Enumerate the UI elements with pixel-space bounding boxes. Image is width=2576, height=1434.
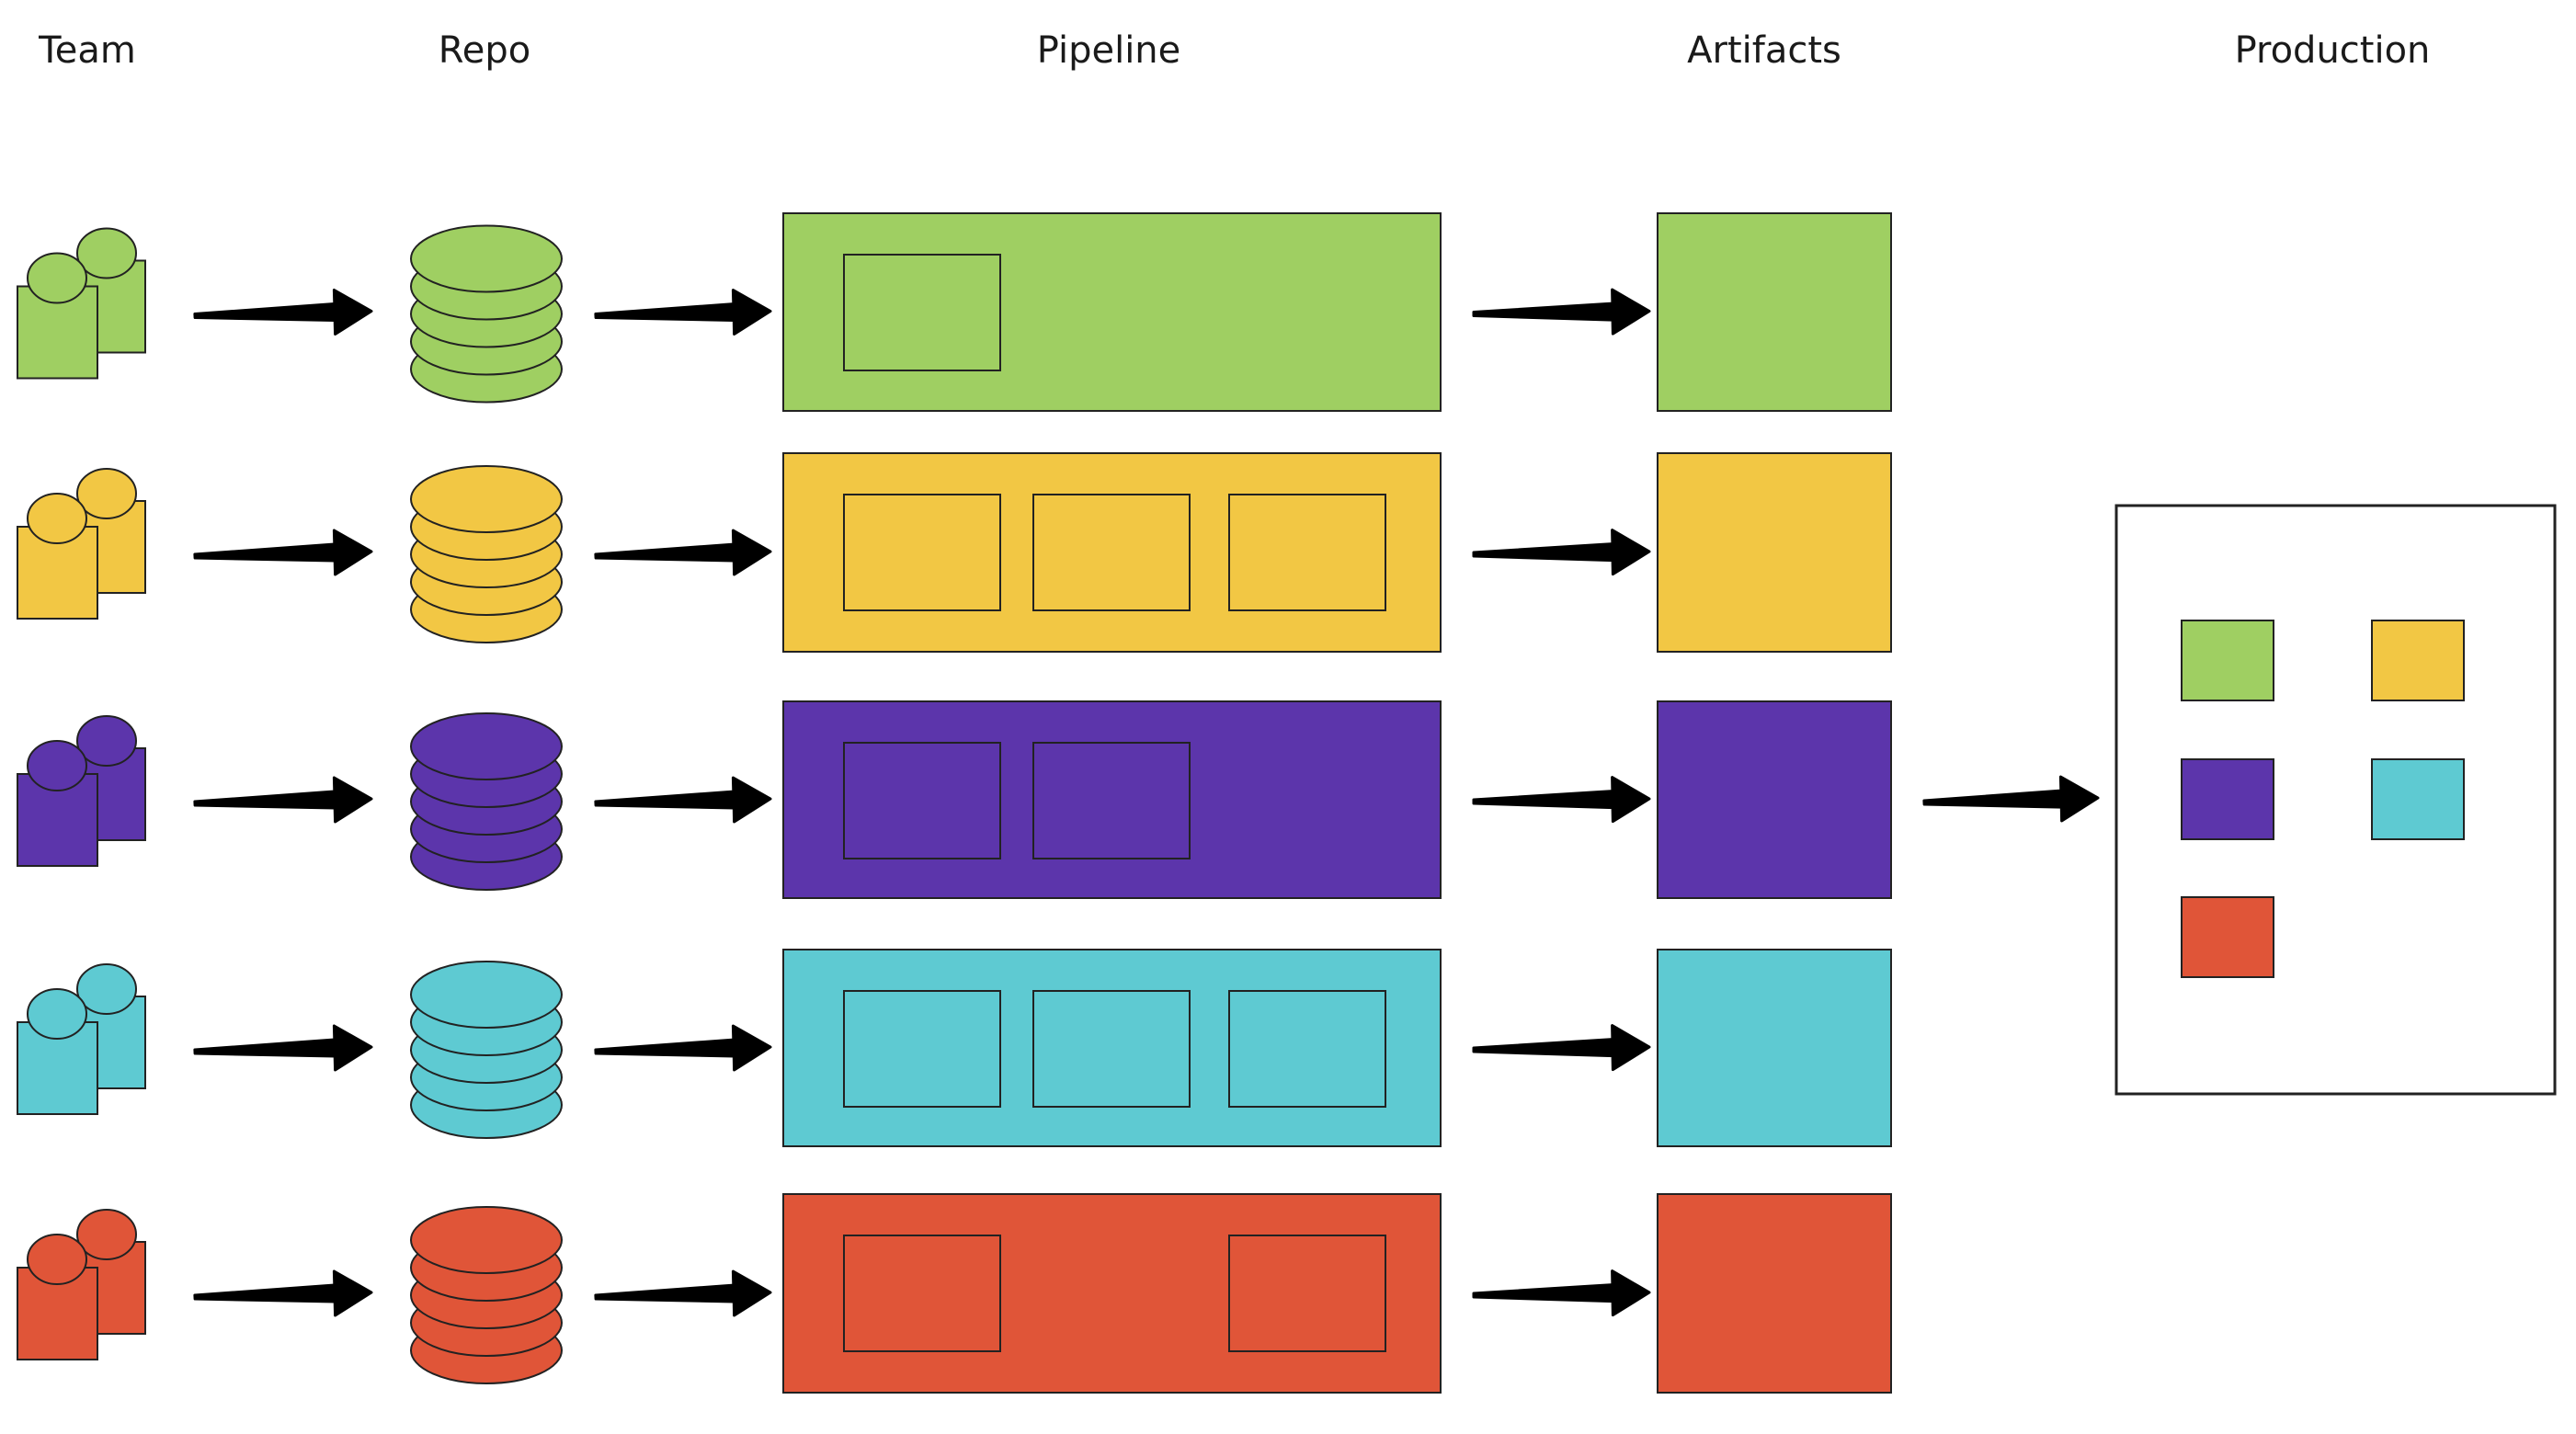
arrow-icon — [594, 776, 772, 824]
arrow-pipeline-to-artifacts — [1472, 288, 1651, 336]
header-team: Team — [38, 29, 136, 72]
repo-database-icon — [410, 1206, 563, 1384]
row-cyan — [17, 949, 1892, 1147]
header-production: Production — [2235, 29, 2431, 72]
repo-database-icon — [410, 465, 563, 643]
artifact-box — [1657, 700, 1892, 899]
arrow-icon — [594, 529, 772, 576]
arrow-repo-to-pipeline — [594, 529, 772, 576]
artifact-box — [1657, 452, 1892, 653]
arrow-pipeline-to-artifacts — [1472, 1024, 1651, 1072]
arrow-repo-to-pipeline — [594, 1269, 772, 1317]
arrow-team-to-repo — [193, 289, 373, 336]
header-repo: Repo — [439, 29, 530, 72]
repo-database-icon — [410, 712, 563, 891]
row-red — [17, 1193, 1892, 1394]
team-icon — [17, 468, 146, 620]
arrow-team-to-repo — [193, 1024, 373, 1072]
artifact-box — [1657, 212, 1892, 412]
pipeline-stage-3 — [1228, 1235, 1386, 1352]
repo-disc — [410, 1206, 563, 1274]
arrow-repo-to-pipeline — [594, 289, 772, 336]
pipeline-stage-2 — [1032, 990, 1191, 1108]
row-purple — [17, 700, 1892, 899]
arrow-team-to-repo — [193, 529, 373, 576]
arrow-icon — [193, 776, 373, 824]
pipeline-stage-1 — [843, 990, 1001, 1108]
person-front-head — [27, 740, 87, 791]
row-yellow — [17, 452, 1892, 653]
production-environment — [1922, 504, 2557, 1096]
person-front-head — [27, 1234, 87, 1285]
arrow-pipeline-to-artifacts — [1472, 776, 1651, 824]
deployed-artifact-green — [2181, 620, 2274, 701]
pipeline-stage-1 — [843, 1235, 1001, 1352]
pipeline-stage-1 — [843, 254, 1001, 371]
pipeline-stage-2 — [1032, 494, 1191, 611]
team-icon — [17, 963, 146, 1115]
repo-disc — [410, 465, 563, 533]
arrow-team-to-repo — [193, 776, 373, 824]
arrow-icon — [193, 529, 373, 576]
repo-disc — [410, 224, 563, 293]
pipeline-box — [782, 452, 1442, 653]
arrow-icon — [1922, 775, 2100, 823]
repo-database-icon — [410, 961, 563, 1139]
team-icon — [17, 1209, 146, 1360]
pipeline-box — [782, 212, 1442, 412]
header-artifacts: Artifacts — [1687, 29, 1841, 72]
devops-pipeline-diagram: Team Repo Pipeline Artifacts Production — [17, 29, 2557, 1394]
pipeline-box — [782, 949, 1442, 1147]
artifact-box — [1657, 1193, 1892, 1394]
team-icon — [17, 715, 146, 867]
artifact-box — [1657, 949, 1892, 1147]
pipeline-box — [782, 1193, 1442, 1394]
pipeline-stage-2 — [1032, 742, 1191, 859]
arrow-artifacts-to-production — [1922, 775, 2100, 823]
header-pipeline: Pipeline — [1037, 29, 1181, 72]
pipeline-stage-1 — [843, 494, 1001, 611]
arrow-icon — [1472, 776, 1651, 824]
team-rows — [17, 212, 1892, 1394]
arrow-repo-to-pipeline — [594, 1024, 772, 1072]
pipeline-stage-3 — [1228, 494, 1386, 611]
column-headers: Team Repo Pipeline Artifacts Production — [38, 29, 2430, 72]
repo-disc — [410, 961, 563, 1029]
repo-database-icon — [410, 224, 563, 404]
arrow-icon — [193, 1269, 373, 1317]
deployed-artifact-red — [2181, 896, 2274, 978]
person-front-head — [27, 493, 87, 544]
team-icon — [17, 227, 146, 380]
arrow-icon — [1472, 1024, 1651, 1072]
arrow-icon — [193, 1024, 373, 1072]
arrow-pipeline-to-artifacts — [1472, 529, 1651, 576]
pipeline-box — [782, 700, 1442, 899]
arrow-pipeline-to-artifacts — [1472, 1269, 1651, 1317]
person-front-head — [27, 988, 87, 1040]
arrow-icon — [594, 289, 772, 336]
arrow-icon — [594, 1269, 772, 1317]
arrow-icon — [1472, 288, 1651, 336]
arrow-team-to-repo — [193, 1269, 373, 1317]
arrow-icon — [1472, 529, 1651, 576]
arrow-icon — [193, 289, 373, 336]
repo-disc — [410, 712, 563, 780]
arrow-repo-to-pipeline — [594, 776, 772, 824]
person-front-head — [27, 252, 87, 304]
deployed-artifact-purple — [2181, 758, 2274, 840]
deployed-artifact-cyan — [2371, 758, 2465, 840]
pipeline-stage-3 — [1228, 990, 1386, 1108]
arrow-icon — [594, 1024, 772, 1072]
deployed-artifact-yellow — [2371, 620, 2465, 701]
row-green — [17, 212, 1892, 412]
pipeline-stage-1 — [843, 742, 1001, 859]
arrow-icon — [1472, 1269, 1651, 1317]
